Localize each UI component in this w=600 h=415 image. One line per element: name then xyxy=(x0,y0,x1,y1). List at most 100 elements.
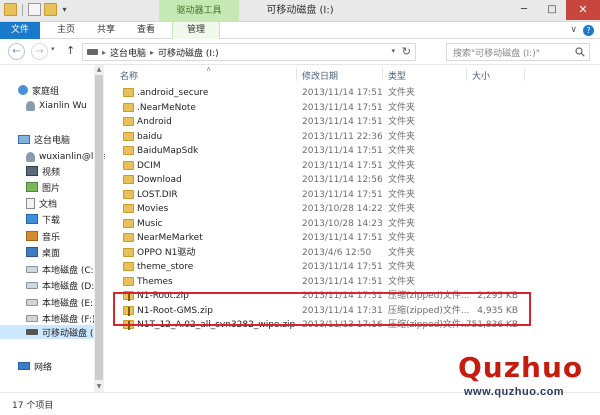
nav-item-documents[interactable]: 文档 xyxy=(26,196,57,210)
maximize-button[interactable]: □ xyxy=(538,0,566,20)
file-type: 文件夹 xyxy=(388,276,416,287)
nav-item-music[interactable]: 音乐 xyxy=(26,229,60,243)
tab-manage[interactable]: 管理 xyxy=(172,22,220,39)
column-header-type[interactable]: 类型 xyxy=(388,69,406,83)
folder-icon[interactable] xyxy=(4,3,17,16)
file-date: 2013/11/14 17:51 xyxy=(302,189,383,200)
scroll-down-arrow-icon[interactable]: ▼ xyxy=(94,382,104,392)
address-bar[interactable]: ▸ 这台电脑 ▸ 可移动磁盘 (I:) ▾ ↻ xyxy=(82,43,416,61)
nav-item-downloads[interactable]: 下载 xyxy=(26,212,60,226)
nav-item-user[interactable]: Xianlin Wu xyxy=(26,99,87,113)
tab-file[interactable]: 文件 xyxy=(0,22,40,39)
file-row[interactable]: N1-Root.zip 2013/11/14 17:31 压缩(zipped)文件.… xyxy=(106,289,600,303)
file-type: 文件夹 xyxy=(388,218,416,229)
file-name: Movies xyxy=(137,204,169,214)
nav-item-drive-d[interactable]: 本地磁盘 (D:) xyxy=(26,278,98,292)
title-bar: ▾ 驱动器工具 可移动磁盘 (I:) ─ □ ✕ xyxy=(0,0,600,22)
column-divider[interactable] xyxy=(382,68,383,81)
folder-row[interactable]: OPPO N1驱动 2013/4/6 12:50 文件夹 xyxy=(106,246,600,260)
folder-row[interactable]: Movies 2013/10/28 14:22 文件夹 xyxy=(106,202,600,216)
folder-row[interactable]: Android 2013/11/14 17:51 文件夹 xyxy=(106,115,600,129)
recent-locations-chevron-icon[interactable]: ▾ xyxy=(51,45,55,53)
folder-row[interactable]: Themes 2013/11/14 17:51 文件夹 xyxy=(106,275,600,289)
file-name: theme_store xyxy=(137,262,194,272)
search-icon[interactable] xyxy=(575,47,585,57)
nav-item-desktop[interactable]: 桌面 xyxy=(26,245,60,259)
file-date: 2013/11/13 17:16 xyxy=(302,320,383,330)
file-name: .NearMeNote xyxy=(137,102,196,113)
file-name: OPPO N1驱动 xyxy=(137,247,196,258)
up-button[interactable]: ↑ xyxy=(66,44,75,57)
minimize-button[interactable]: ─ xyxy=(510,0,538,20)
breadcrumb-separator[interactable]: ▸ xyxy=(102,48,106,57)
drive-icon xyxy=(26,265,38,273)
file-name: N1-Root-GMS.zip xyxy=(137,305,213,316)
breadcrumb-removable-disk[interactable]: 可移动磁盘 (I:) xyxy=(158,46,219,59)
scrollbar-thumb[interactable] xyxy=(95,75,103,380)
chevron-down-icon[interactable]: ▾ xyxy=(60,5,69,14)
back-button[interactable]: ← xyxy=(8,43,25,60)
column-divider[interactable] xyxy=(296,68,297,81)
scroll-up-arrow-icon[interactable]: ▲ xyxy=(94,65,104,75)
column-divider[interactable] xyxy=(466,68,467,81)
file-type: 文件夹 xyxy=(388,131,416,142)
file-size: 4,935 KB xyxy=(477,305,518,316)
nav-item-videos[interactable]: 视频 xyxy=(26,164,60,178)
file-row[interactable]: N1-Root-GMS.zip 2013/11/14 17:31 压缩(zipped… xyxy=(106,304,600,318)
watermark-brand: Quzhuo xyxy=(458,351,584,384)
nav-item-this-pc[interactable]: 这台电脑 xyxy=(18,132,70,146)
address-dropdown-icon[interactable]: ▾ xyxy=(391,47,395,55)
folder-icon xyxy=(123,247,134,257)
forward-button[interactable]: → xyxy=(31,43,48,60)
nav-item-label: Xianlin Wu xyxy=(39,101,87,111)
folder-row[interactable]: theme_store 2013/11/14 17:51 文件夹 xyxy=(106,260,600,274)
breadcrumb-this-pc[interactable]: 这台电脑 xyxy=(110,46,146,59)
column-header-name[interactable]: 名称 xyxy=(120,69,138,83)
properties-icon[interactable] xyxy=(28,3,41,16)
nav-item-label: 本地磁盘 (F:) xyxy=(42,314,96,325)
pictures-icon xyxy=(26,182,38,192)
column-header-size[interactable]: 大小 xyxy=(472,69,490,83)
nav-item-removable-disk-selected[interactable]: 可移动磁盘 (I:) xyxy=(0,325,103,339)
folder-row[interactable]: NearMeMarket 2013/11/14 17:51 文件夹 xyxy=(106,231,600,245)
nav-item-label: 下载 xyxy=(42,215,61,226)
nav-item-pictures[interactable]: 图片 xyxy=(26,180,60,194)
usb-drive-icon xyxy=(26,329,38,335)
tab-share[interactable]: 共享 xyxy=(88,22,124,39)
folder-row[interactable]: LOST.DIR 2013/11/14 17:51 文件夹 xyxy=(106,188,600,202)
folder-icon xyxy=(123,262,134,271)
column-header-date[interactable]: 修改日期 xyxy=(302,69,338,83)
refresh-icon[interactable]: ↻ xyxy=(402,45,411,58)
column-divider[interactable] xyxy=(524,68,525,81)
help-icon[interactable]: ? xyxy=(583,25,594,36)
folder-row[interactable]: .NearMeNote 2013/11/14 17:51 文件夹 xyxy=(106,101,600,115)
nav-item-label: 这台电脑 xyxy=(34,135,71,146)
downloads-icon xyxy=(26,214,38,224)
tab-view[interactable]: 查看 xyxy=(128,22,164,39)
file-type: 文件夹 xyxy=(388,102,416,113)
folder-row[interactable]: BaiduMapSdk 2013/11/14 17:51 文件夹 xyxy=(106,144,600,158)
nav-item-network[interactable]: 网络 xyxy=(18,359,52,373)
nav-item-label: 桌面 xyxy=(42,248,61,259)
ribbon-collapse-icon[interactable]: ∨ xyxy=(570,25,577,36)
watermark-url: www.quzhuo.com xyxy=(464,386,565,398)
nav-item-drive-c[interactable]: 本地磁盘 (C:) xyxy=(26,262,97,276)
nav-item-homegroup[interactable]: 家庭组 xyxy=(18,83,59,97)
search-input[interactable]: 搜索"可移动磁盘 (I:)" xyxy=(446,43,590,61)
nav-item-drive-f[interactable]: 本地磁盘 (F:) xyxy=(26,311,95,325)
nav-item-drive-e[interactable]: 本地磁盘 (E:) xyxy=(26,295,97,309)
folder-row[interactable]: DCIM 2013/11/14 17:51 文件夹 xyxy=(106,159,600,173)
nav-pane-scrollbar[interactable]: ▲ ▼ xyxy=(94,65,104,392)
folder-row[interactable]: Download 2013/11/14 12:56 文件夹 xyxy=(106,173,600,187)
close-button[interactable]: ✕ xyxy=(566,0,600,20)
folder-row[interactable]: Music 2013/10/28 14:23 文件夹 xyxy=(106,217,600,231)
file-date: 2013/11/14 17:51 xyxy=(302,102,383,113)
zip-file-icon xyxy=(123,291,134,301)
folder-icon xyxy=(123,175,134,184)
folder-row[interactable]: .android_secure 2013/11/14 17:51 文件夹 xyxy=(106,86,600,100)
file-row[interactable]: N1T_12_A.02_all_svn3282_wipe.zip 2013/11/… xyxy=(106,318,600,332)
folder-row[interactable]: baidu 2013/11/11 22:36 文件夹 xyxy=(106,130,600,144)
breadcrumb-separator[interactable]: ▸ xyxy=(150,48,154,57)
new-folder-icon[interactable] xyxy=(44,3,57,16)
tab-home[interactable]: 主页 xyxy=(48,22,84,39)
